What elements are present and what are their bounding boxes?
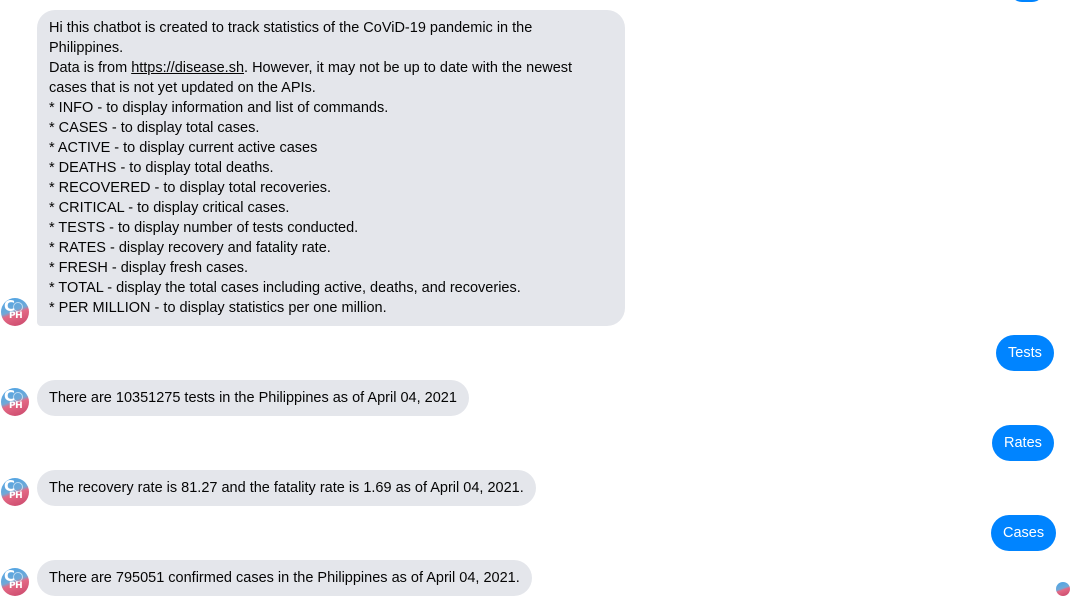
bot-intro-message[interactable]: Hi this chatbot is created to track stat… bbox=[37, 10, 625, 326]
user-message-tests[interactable]: Tests bbox=[996, 335, 1054, 371]
command-total: * TOTAL - display the total cases includ… bbox=[49, 280, 521, 296]
user-message-text: Tests bbox=[1008, 345, 1042, 361]
intro-line-data-source: Data is from https://disease.sh. However… bbox=[49, 58, 613, 78]
bot-message-text: There are 10351275 tests in the Philippi… bbox=[49, 390, 457, 406]
user-message-cases[interactable]: Cases bbox=[991, 515, 1057, 551]
intro-line: Hi this chatbot is created to track stat… bbox=[49, 20, 533, 36]
bot-message-cases[interactable]: There are 795051 confirmed cases in the … bbox=[37, 560, 532, 596]
bot-message-rates[interactable]: The recovery rate is 81.27 and the fatal… bbox=[37, 470, 536, 506]
intro-text: . However, it may not be up to date with… bbox=[244, 60, 573, 76]
user-message-text: Cases bbox=[1003, 525, 1045, 541]
intro-line: cases that is not yet updated on the API… bbox=[49, 80, 316, 96]
avatar-sub: PH bbox=[9, 401, 23, 411]
command-cases: * CASES - to display total cases. bbox=[49, 120, 260, 136]
command-rates: * RATES - display recovery and fatality … bbox=[49, 240, 331, 256]
command-critical: * CRITICAL - to display critical cases. bbox=[49, 200, 290, 216]
bot-avatar-icon[interactable]: C PH bbox=[1, 478, 29, 506]
bot-message-tests[interactable]: There are 10351275 tests in the Philippi… bbox=[37, 380, 469, 416]
command-recovered: * RECOVERED - to display total recoverie… bbox=[49, 180, 332, 196]
avatar-sub: PH bbox=[9, 311, 23, 321]
seen-receipt-avatar-icon bbox=[1056, 582, 1070, 596]
command-info: * INFO - to display information and list… bbox=[49, 100, 389, 116]
bot-avatar-icon[interactable]: C PH bbox=[1, 388, 29, 416]
command-per-million: * PER MILLION - to display statistics pe… bbox=[49, 300, 387, 316]
disease-sh-link[interactable]: https://disease.sh bbox=[131, 60, 244, 76]
avatar-sub: PH bbox=[9, 491, 23, 501]
user-message-text: Rates bbox=[1004, 435, 1042, 451]
intro-text: Data is from bbox=[49, 60, 132, 76]
command-active: * ACTIVE - to display current active cas… bbox=[49, 140, 318, 156]
bot-message-text: The recovery rate is 81.27 and the fatal… bbox=[49, 480, 524, 496]
bot-message-text: There are 795051 confirmed cases in the … bbox=[49, 570, 520, 586]
command-tests: * TESTS - to display number of tests con… bbox=[49, 220, 359, 236]
chat-thread: Hi this chatbot is created to track stat… bbox=[0, 0, 1073, 603]
avatar-sub: PH bbox=[9, 581, 23, 591]
intro-line: Philippines. bbox=[49, 40, 124, 56]
command-fresh: * FRESH - display fresh cases. bbox=[49, 260, 249, 276]
bot-avatar-icon[interactable]: C PH bbox=[1, 568, 29, 596]
previous-outgoing-bubble[interactable] bbox=[1010, 0, 1044, 2]
user-message-rates[interactable]: Rates bbox=[992, 425, 1054, 461]
command-deaths: * DEATHS - to display total deaths. bbox=[49, 160, 274, 176]
bot-avatar-icon[interactable]: C PH bbox=[1, 298, 29, 326]
